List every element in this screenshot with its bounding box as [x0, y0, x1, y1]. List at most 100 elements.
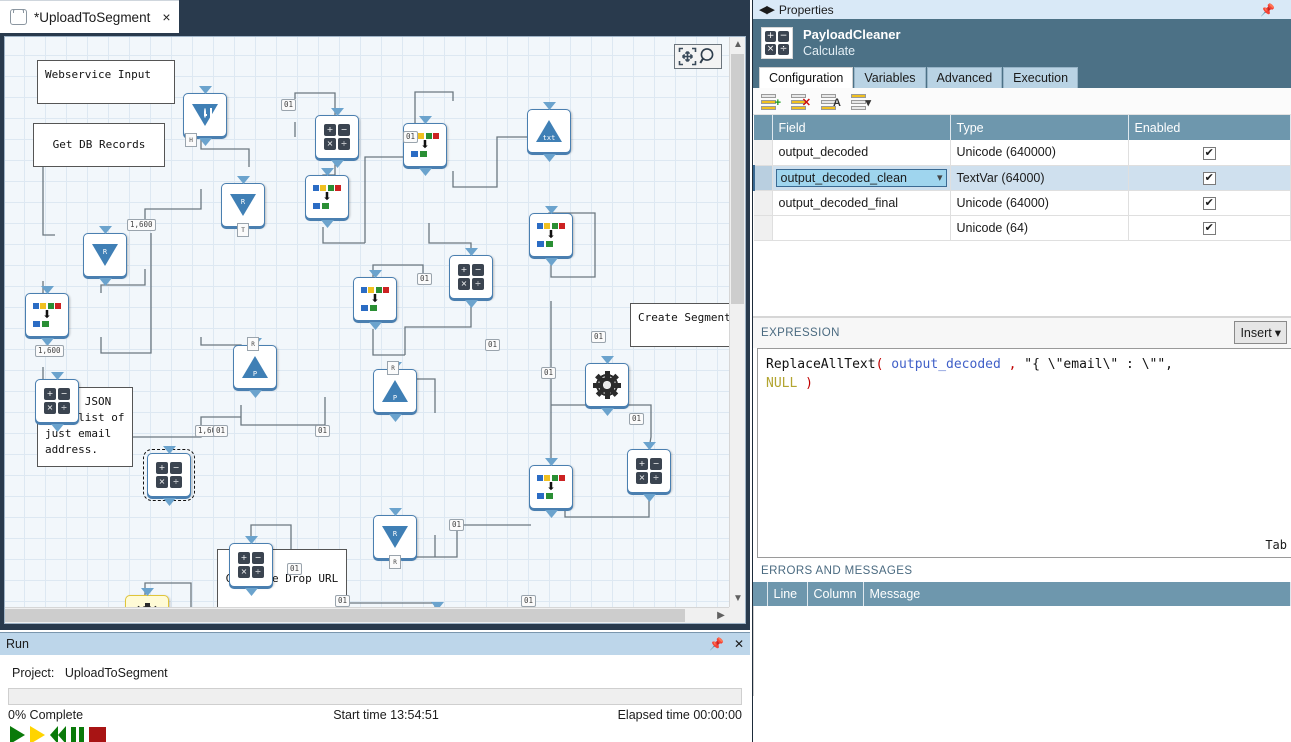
tab-advanced[interactable]: Advanced [927, 67, 1003, 88]
tab-execution[interactable]: Execution [1003, 67, 1078, 88]
tab-variables[interactable]: Variables [854, 67, 925, 88]
insert-button[interactable]: Insert ▾ [1234, 321, 1287, 344]
scroll-thumb-vertical[interactable] [731, 54, 744, 304]
play-green-icon[interactable] [10, 726, 25, 742]
column-header-enabled[interactable]: Enabled [1128, 115, 1291, 140]
node-filter-1[interactable]: R [221, 183, 265, 227]
rows-add-icon[interactable]: + [761, 92, 781, 110]
checkbox-enabled[interactable]: ✔ [1203, 222, 1216, 235]
node-payloadcleaner[interactable]: +−×÷ [147, 453, 191, 497]
node-map-6[interactable]: ⬇ [529, 465, 573, 509]
rows-delete-icon[interactable]: ✕ [791, 92, 811, 110]
pin-icon[interactable]: 📌 [1260, 3, 1275, 17]
rows-sort-icon[interactable]: A [821, 92, 841, 110]
table-row[interactable]: output_decoded_clean ▾ TextVar (64000) ✔ [754, 165, 1291, 190]
chevron-down-icon[interactable]: ▾ [937, 171, 943, 184]
table-row[interactable]: output_decoded_final Unicode (64000) ✔ [754, 190, 1291, 215]
node-calc-5[interactable]: +−×÷ [229, 543, 273, 587]
fields-grid-empty-area[interactable] [753, 241, 1291, 317]
node-map-1[interactable]: ⬇ [305, 175, 349, 219]
row-selector[interactable] [754, 140, 772, 165]
node-sort-1[interactable]: P [233, 345, 277, 389]
close-icon[interactable]: × [162, 10, 170, 24]
scroll-up-icon[interactable]: ▲ [730, 37, 746, 53]
cell-type[interactable]: Unicode (640000) [950, 140, 1128, 165]
checkbox-enabled[interactable]: ✔ [1203, 147, 1216, 160]
cell-field[interactable]: output_decoded_clean ▾ [772, 165, 950, 190]
node-webservice-yellow[interactable] [125, 595, 169, 607]
table-row[interactable]: output_decoded Unicode (640000) ✔ [754, 140, 1291, 165]
port-label-r3[interactable]: R [389, 555, 401, 569]
pin-icon[interactable]: 📌 [709, 637, 724, 651]
cell-enabled[interactable]: ✔ [1128, 190, 1291, 215]
pause-green-icon[interactable] [71, 727, 84, 742]
column-header-type[interactable]: Type [950, 115, 1128, 140]
canvas-vertical-scrollbar[interactable]: ▲ ▼ [729, 37, 745, 607]
document-tab-uploadtosegment[interactable]: *UploadToSegment × [0, 0, 179, 33]
note-get-db-records[interactable]: Get DB Records [33, 123, 165, 167]
scroll-thumb-horizontal[interactable] [5, 609, 685, 622]
node-webservice-input[interactable] [183, 93, 227, 137]
cell-field[interactable] [772, 215, 950, 240]
link-label: 01 [485, 339, 500, 351]
node-map-4[interactable]: ⬇ [403, 123, 447, 167]
column-header-field[interactable]: Field [772, 115, 950, 140]
cell-type[interactable]: TextVar (64000) [950, 165, 1128, 190]
errors-column-header-column[interactable]: Column [807, 582, 863, 606]
fit-to-screen-icon[interactable] [678, 47, 697, 66]
cell-type[interactable]: Unicode (64) [950, 215, 1128, 240]
close-icon[interactable]: ✕ [734, 637, 744, 651]
cell-enabled[interactable]: ✔ [1128, 215, 1291, 240]
node-calc-2[interactable]: +−×÷ [35, 379, 79, 423]
errors-grid[interactable]: Line Column Message [753, 582, 1291, 606]
flow-canvas[interactable]: Webservice Input Get DB Records Clean JS… [5, 37, 729, 607]
flow-canvas-container[interactable]: Webservice Input Get DB Records Clean JS… [4, 36, 746, 624]
errors-column-header-line[interactable]: Line [767, 582, 807, 606]
expression-editor[interactable]: ReplaceAllText( output_decoded , "{ \"em… [757, 348, 1291, 558]
checkbox-enabled[interactable]: ✔ [1203, 197, 1216, 210]
port-label-r[interactable]: R [247, 337, 259, 351]
node-map-3[interactable]: ⬇ [353, 277, 397, 321]
tab-configuration[interactable]: Configuration [759, 67, 853, 88]
cell-field[interactable]: output_decoded [772, 140, 950, 165]
fields-grid[interactable]: Field Type Enabled output_decoded Unicod… [753, 115, 1291, 241]
document-tabstrip: *UploadToSegment × [0, 0, 750, 33]
node-sort-3[interactable]: txt [527, 109, 571, 153]
row-selector[interactable] [754, 215, 772, 240]
node-filter-3[interactable]: R [373, 515, 417, 559]
magnifier-icon[interactable] [699, 47, 718, 66]
field-name-combo[interactable]: output_decoded_clean ▾ [776, 169, 947, 187]
node-calc-3[interactable]: +−×÷ [449, 255, 493, 299]
cell-type[interactable]: Unicode (64000) [950, 190, 1128, 215]
nav-arrows-icon[interactable]: ◀▶ [759, 3, 774, 16]
errors-grid-body[interactable] [753, 606, 1291, 696]
row-selector[interactable] [754, 190, 772, 215]
errors-column-header-message[interactable]: Message [863, 582, 1291, 606]
note-webservice-input[interactable]: Webservice Input [37, 60, 175, 104]
canvas-zoom-controls[interactable] [674, 44, 722, 69]
stop-red-icon[interactable] [89, 727, 106, 742]
node-map-2[interactable]: ⬇ [25, 293, 69, 337]
port-label-r2[interactable]: R [387, 361, 399, 375]
checkbox-enabled[interactable]: ✔ [1203, 172, 1216, 185]
cell-enabled[interactable]: ✔ [1128, 165, 1291, 190]
port-label-h[interactable]: H [185, 133, 197, 147]
port-label-t[interactable]: T [237, 223, 249, 237]
rows-dropdown-icon[interactable]: ▾ [851, 92, 871, 110]
rewind-green-icon[interactable] [50, 726, 66, 742]
table-row[interactable]: Unicode (64) ✔ [754, 215, 1291, 240]
node-map-5[interactable]: ⬇ [529, 213, 573, 257]
node-sort-2[interactable]: P [373, 369, 417, 413]
node-calc-4[interactable]: +−×÷ [627, 449, 671, 493]
canvas-horizontal-scrollbar[interactable]: ◀ ▶ [5, 607, 729, 623]
play-yellow-icon[interactable] [30, 726, 45, 742]
node-calc-1[interactable]: +−×÷ [315, 115, 359, 159]
node-webservice-call[interactable] [585, 363, 629, 407]
note-create-segment[interactable]: Create Segment [630, 303, 729, 347]
scroll-down-icon[interactable]: ▼ [730, 591, 746, 607]
row-selector[interactable] [754, 165, 772, 190]
cell-enabled[interactable]: ✔ [1128, 140, 1291, 165]
scroll-right-icon[interactable]: ▶ [713, 608, 729, 624]
cell-field[interactable]: output_decoded_final [772, 190, 950, 215]
node-filter-2[interactable]: R [83, 233, 127, 277]
